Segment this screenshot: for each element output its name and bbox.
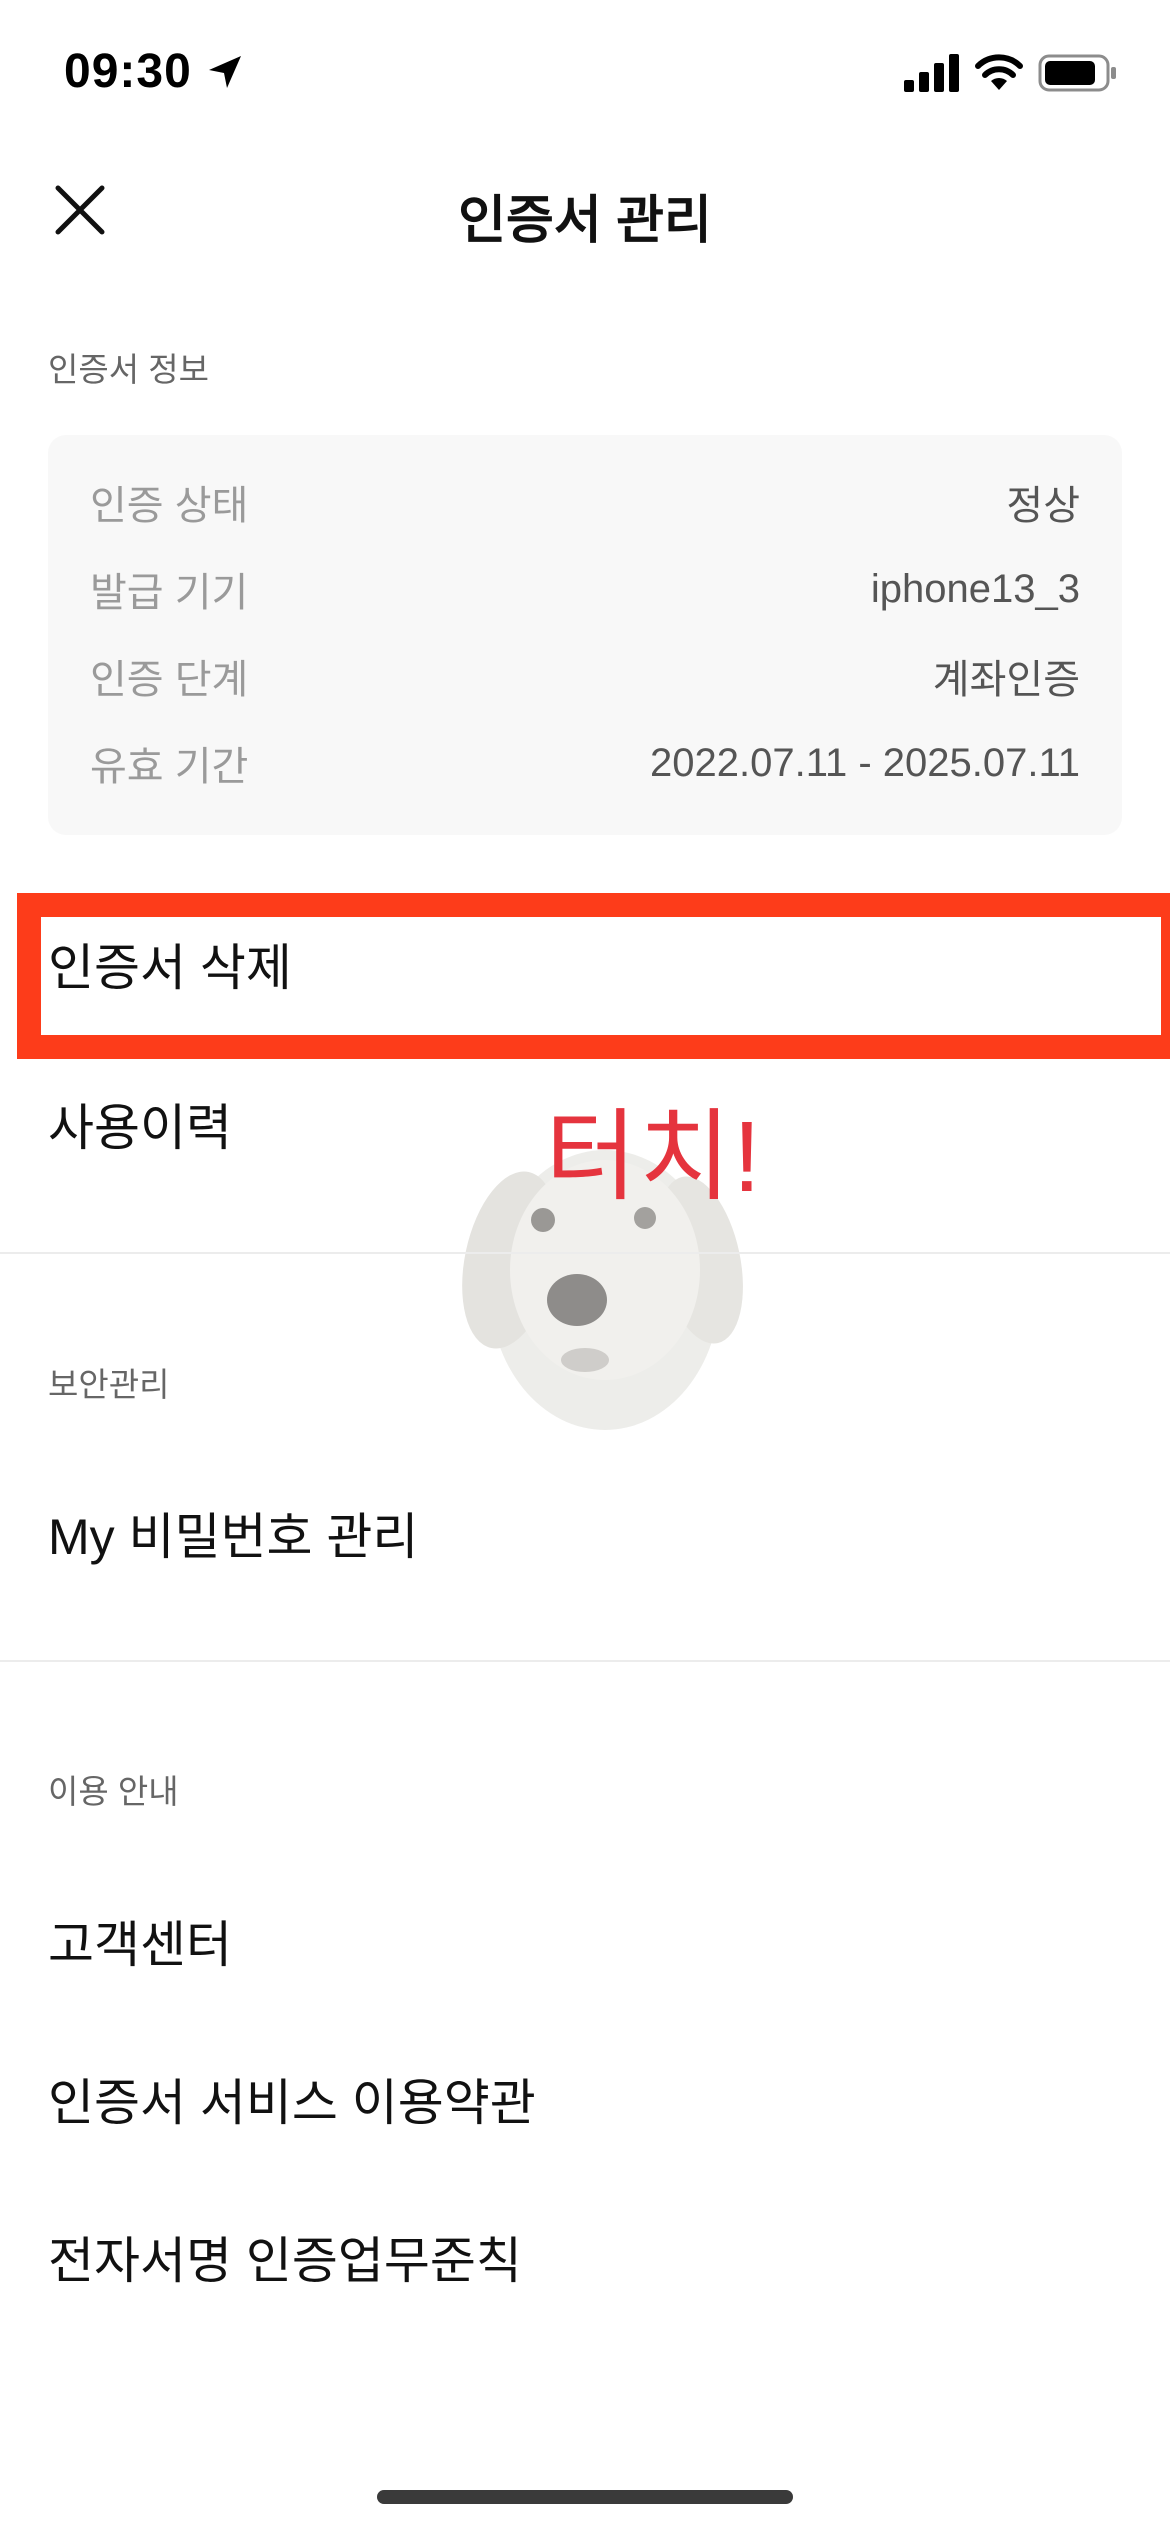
- cert-info-card: 인증 상태 정상 발급 기기 iphone13_3 인증 단계 계좌인증 유효 …: [48, 435, 1122, 835]
- info-label: 발급 기기: [90, 571, 249, 615]
- divider: [0, 1660, 1170, 1662]
- password-management-item[interactable]: My 비밀번호 관리: [48, 1497, 418, 1569]
- section-label-security: 보안관리: [48, 1366, 170, 1403]
- nav-bar: 인증서 관리: [0, 150, 1170, 270]
- info-value: 정상: [1006, 484, 1080, 528]
- signature-policy-item[interactable]: 전자서명 인증업무준칙: [48, 2221, 522, 2293]
- touch-annotation: 터치!: [545, 1101, 763, 1213]
- info-label: 유효 기간: [90, 745, 249, 789]
- info-row-level: 인증 단계 계좌인증: [90, 646, 1080, 706]
- page-title: 인증서 관리: [458, 192, 712, 250]
- section-label-cert-info: 인증서 정보: [48, 351, 209, 388]
- info-row-status: 인증 상태 정상: [90, 472, 1080, 532]
- status-time: 09:30: [64, 45, 192, 98]
- cellular-signal-icon: [904, 52, 960, 92]
- wifi-icon: [973, 50, 1025, 92]
- status-bar: 09:30: [0, 0, 1170, 150]
- battery-icon: [1038, 54, 1118, 92]
- info-label: 인증 단계: [90, 658, 249, 702]
- terms-of-service-item[interactable]: 인증서 서비스 이용약관: [48, 2063, 536, 2135]
- info-label: 인증 상태: [90, 484, 249, 528]
- home-indicator[interactable]: [377, 2490, 793, 2504]
- info-value: iphone13_3: [870, 566, 1080, 611]
- divider: [0, 1252, 1170, 1254]
- info-value: 2022.07.11 - 2025.07.11: [650, 740, 1080, 785]
- info-row-validity: 유효 기간 2022.07.11 - 2025.07.11: [90, 733, 1080, 793]
- usage-history-item[interactable]: 사용이력: [48, 1088, 232, 1160]
- section-label-guide: 이용 안내: [48, 1773, 179, 1810]
- info-value: 계좌인증: [932, 658, 1080, 702]
- location-arrow-icon: [205, 52, 245, 92]
- customer-center-item[interactable]: 고객센터: [48, 1905, 232, 1977]
- info-row-device: 발급 기기 iphone13_3: [90, 559, 1080, 619]
- delete-certificate-item[interactable]: 인증서 삭제: [48, 928, 292, 1000]
